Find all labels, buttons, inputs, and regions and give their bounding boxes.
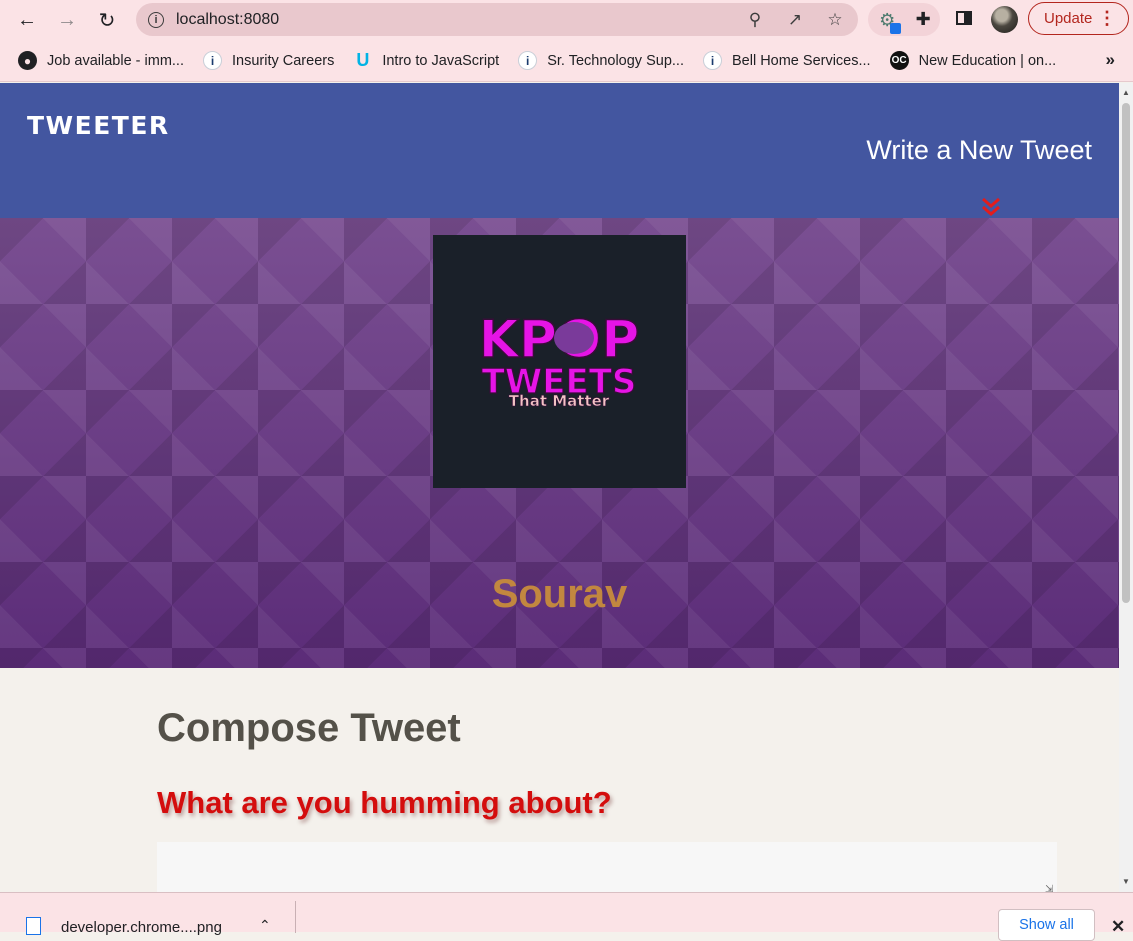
kpop-tweets-logo: KPOP TWEETS That Matter bbox=[478, 309, 640, 410]
extension-gear-icon[interactable]: ⚙ bbox=[877, 10, 902, 34]
bird-icon bbox=[554, 322, 594, 354]
bookmarks-bar: ● Job available - imm... i Insurity Care… bbox=[0, 40, 1133, 82]
file-icon bbox=[26, 917, 41, 935]
globe-icon: ● bbox=[18, 51, 37, 70]
info-icon: i bbox=[702, 51, 722, 70]
browser-toolbar: ← → ↻ i localhost:8080 ⚲ ↗ ☆ ⚙ ✚ Update … bbox=[0, 0, 1133, 40]
bookmark-item[interactable]: i Sr. Technology Sup... bbox=[518, 51, 684, 70]
address-url[interactable]: localhost:8080 bbox=[176, 11, 279, 29]
tweet-textarea[interactable] bbox=[157, 842, 1057, 892]
write-new-tweet-link[interactable]: Write a New Tweet bbox=[866, 135, 1092, 166]
bookmark-star-icon[interactable]: ☆ bbox=[822, 9, 848, 31]
app-navbar: TWEETER Write a New Tweet bbox=[0, 83, 1119, 218]
menu-dots-icon: ⋮ bbox=[1098, 8, 1116, 28]
forward-icon[interactable]: → bbox=[50, 3, 84, 37]
profile-header: KPOP TWEETS That Matter Sourav bbox=[0, 218, 1119, 668]
address-bar[interactable]: i localhost:8080 ⚲ ↗ ☆ bbox=[136, 3, 858, 36]
bookmark-item[interactable]: OC New Education | on... bbox=[889, 51, 1057, 70]
update-button-label: Update bbox=[1044, 10, 1093, 27]
info-icon: i bbox=[203, 51, 222, 70]
bookmark-item[interactable]: i Insurity Careers bbox=[203, 51, 334, 70]
scroll-thumb[interactable] bbox=[1122, 103, 1130, 603]
info-icon: i bbox=[518, 51, 538, 70]
update-button[interactable]: Update ⋮ bbox=[1028, 2, 1129, 35]
more-bookmarks-icon[interactable]: » bbox=[1106, 50, 1115, 70]
scroll-down-icon[interactable]: ▼ bbox=[1122, 878, 1130, 886]
compose-title: Compose Tweet bbox=[157, 706, 461, 750]
close-icon[interactable]: ✕ bbox=[1111, 917, 1125, 937]
udacity-icon: U bbox=[356, 50, 370, 70]
logo-line3: That Matter bbox=[509, 392, 610, 410]
reload-icon[interactable]: ↻ bbox=[90, 3, 124, 37]
download-shelf: developer.chrome....png ⌃ Show all ✕ bbox=[0, 892, 1133, 941]
bookmark-label: Insurity Careers bbox=[232, 52, 335, 69]
zoom-icon[interactable]: ⚲ bbox=[742, 9, 768, 31]
back-icon[interactable]: ← bbox=[10, 3, 44, 37]
bookmark-item[interactable]: U Intro to JavaScript bbox=[353, 50, 500, 70]
user-name: Sourav bbox=[491, 572, 628, 616]
scroll-up-icon[interactable]: ▲ bbox=[1122, 89, 1130, 97]
share-icon[interactable]: ↗ bbox=[782, 9, 808, 31]
bookmark-label: Job available - imm... bbox=[47, 52, 184, 69]
profile-avatar[interactable] bbox=[991, 6, 1018, 33]
page-viewport: TWEETER Write a New Tweet KPOP TWEETS Th… bbox=[0, 83, 1119, 892]
bookmark-item[interactable]: i Bell Home Services... bbox=[702, 51, 871, 70]
user-avatar: KPOP TWEETS That Matter bbox=[433, 235, 686, 488]
bookmark-label: Bell Home Services... bbox=[731, 52, 871, 69]
side-panel-icon[interactable] bbox=[956, 11, 972, 25]
resize-grip-icon[interactable]: ⇲ bbox=[1045, 884, 1055, 892]
shelf-divider bbox=[295, 901, 296, 933]
extensions-area: ⚙ ✚ bbox=[868, 3, 940, 36]
show-all-button[interactable]: Show all bbox=[998, 909, 1095, 941]
compose-section: Compose Tweet What are you humming about… bbox=[157, 668, 1057, 892]
compose-prompt: What are you humming about? bbox=[157, 785, 612, 820]
double-chevron-down-icon[interactable] bbox=[980, 196, 1002, 218]
bookmark-label: New Education | on... bbox=[918, 52, 1057, 69]
bookmark-item[interactable]: ● Job available - imm... bbox=[18, 51, 184, 70]
site-info-icon[interactable]: i bbox=[148, 11, 164, 28]
bookmark-label: Intro to JavaScript bbox=[382, 52, 500, 69]
download-file-name[interactable]: developer.chrome....png bbox=[61, 919, 222, 936]
page-scrollbar[interactable]: ▲ ▼ bbox=[1119, 83, 1133, 892]
bookmark-label: Sr. Technology Sup... bbox=[547, 52, 684, 69]
chevron-up-icon[interactable]: ⌃ bbox=[259, 917, 271, 934]
extensions-puzzle-icon[interactable]: ✚ bbox=[916, 9, 931, 30]
app-brand: TWEETER bbox=[27, 111, 170, 140]
oc-icon: OC bbox=[889, 51, 909, 70]
